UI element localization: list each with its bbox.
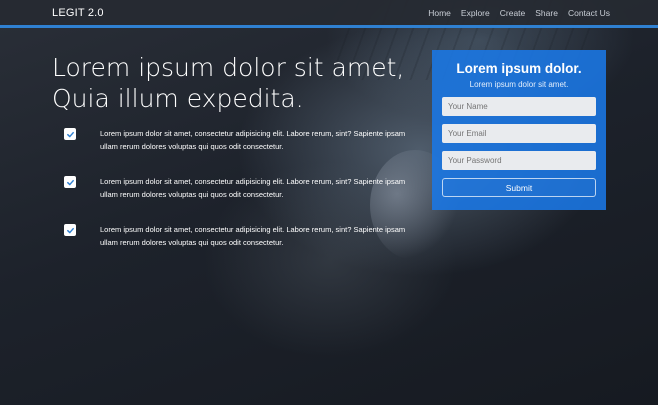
submit-button[interactable]: Submit: [442, 178, 596, 197]
name-input[interactable]: [442, 97, 596, 116]
nav-link-share[interactable]: Share: [535, 8, 558, 18]
hero-heading-line2: Quia illum expedita.: [52, 84, 304, 113]
checkbox-check-icon: [64, 128, 76, 140]
feature-item: Lorem ipsum dolor sit amet, consectetur …: [64, 175, 409, 223]
brand-logo[interactable]: LEGIT 2.0: [52, 7, 104, 19]
feature-text: Lorem ipsum dolor sit amet, consectetur …: [100, 177, 406, 199]
feature-item: Lorem ipsum dolor sit amet, consectetur …: [64, 223, 409, 271]
nav-link-explore[interactable]: Explore: [461, 8, 490, 18]
checkbox-check-icon: [64, 224, 76, 236]
nav-link-home[interactable]: Home: [428, 8, 451, 18]
form-title: Lorem ipsum dolor.: [456, 61, 582, 76]
hero-heading-line1: Lorem ipsum dolor sit amet,: [52, 53, 405, 82]
nav-link-create[interactable]: Create: [500, 8, 526, 18]
password-input[interactable]: [442, 151, 596, 170]
checkbox-check-icon: [64, 176, 76, 188]
nav-link-contact-us[interactable]: Contact Us: [568, 8, 610, 18]
feature-list: Lorem ipsum dolor sit amet, consectetur …: [64, 127, 409, 271]
nav-links: Home Explore Create Share Contact Us: [428, 8, 610, 18]
hero-heading: Lorem ipsum dolor sit amet, Quia illum e…: [52, 52, 422, 114]
signup-form: Lorem ipsum dolor. Lorem ipsum dolor sit…: [432, 50, 606, 210]
feature-item: Lorem ipsum dolor sit amet, consectetur …: [64, 127, 409, 175]
feature-text: Lorem ipsum dolor sit amet, consectetur …: [100, 225, 406, 247]
email-input[interactable]: [442, 124, 596, 143]
feature-text: Lorem ipsum dolor sit amet, consectetur …: [100, 129, 406, 151]
form-subtitle: Lorem ipsum dolor sit amet.: [469, 80, 569, 89]
navbar: LEGIT 2.0 Home Explore Create Share Cont…: [0, 0, 658, 28]
